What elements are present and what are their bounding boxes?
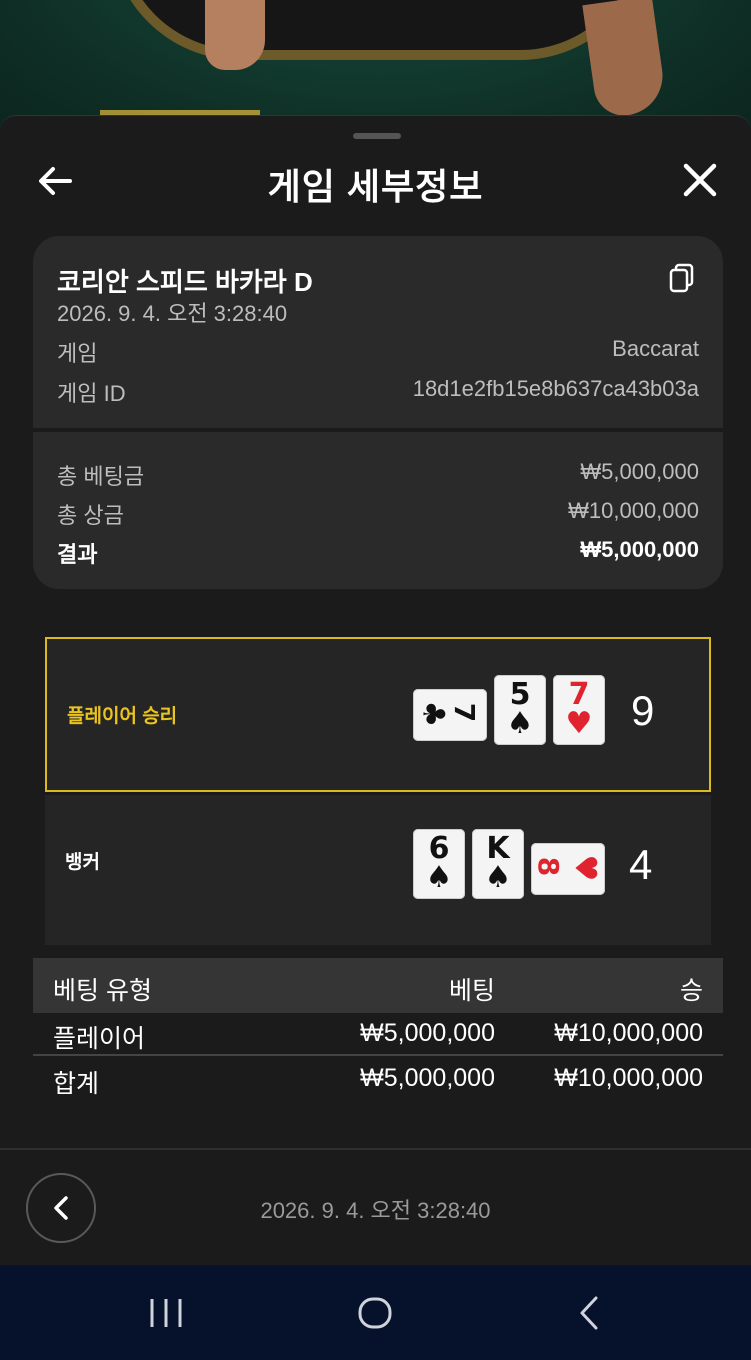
- card-suit: ♥: [565, 706, 593, 741]
- playing-card: 5 ♠: [494, 675, 546, 745]
- copy-icon: [669, 263, 694, 293]
- footer-datetime: 2026. 9. 4. 오전 3:28:40: [260, 1198, 491, 1223]
- table-total-row: 합계 ₩5,000,000 ₩10,000,000: [33, 1058, 723, 1102]
- nav-back-icon: [580, 1296, 598, 1330]
- card-divider: [33, 428, 723, 432]
- game-type-label: 게임: [57, 341, 98, 366]
- player-outcome-panel: 플레이어 승리 ♣ 7 5 ♠ 7 ♥ 9: [45, 637, 711, 792]
- bet-amount-cell: ₩5,000,000: [360, 1019, 495, 1047]
- table-divider: [33, 1054, 723, 1056]
- bet-table-header: 베팅 유형 베팅 승: [33, 958, 723, 1013]
- banker-result-label: 뱅커: [65, 852, 100, 873]
- table-row: 플레이어 ₩5,000,000 ₩10,000,000: [33, 1013, 723, 1057]
- result-value: ₩5,000,000: [580, 537, 699, 562]
- playing-card: 8 ♥: [531, 843, 605, 895]
- playing-card: 7 ♥: [553, 675, 605, 745]
- game-name: 코리안 스피드 바카라 D: [57, 267, 313, 297]
- player-score: 9: [631, 687, 655, 734]
- card-suit: ♠: [425, 860, 453, 895]
- copy-button[interactable]: [667, 262, 697, 294]
- recents-icon: [150, 1299, 182, 1327]
- bet-type-cell: 플레이어: [53, 1025, 146, 1053]
- sheet-grabber[interactable]: [353, 133, 401, 139]
- card-suit: ♥: [567, 854, 603, 882]
- total-label-cell: 합계: [53, 1070, 100, 1098]
- playing-card: K ♠: [472, 829, 524, 899]
- card-rank: 7: [448, 702, 482, 723]
- player-result-label: 플레이어 승리: [67, 706, 178, 727]
- recents-button[interactable]: [146, 1293, 186, 1333]
- game-id-value: 18d1e2fb15e8b637ca43b03a: [412, 376, 699, 401]
- home-button[interactable]: [355, 1293, 395, 1333]
- total-bet-cell: ₩5,000,000: [360, 1064, 495, 1092]
- home-icon: [358, 1297, 392, 1329]
- dealer-arm: [205, 0, 265, 70]
- card-suit: ♣: [415, 700, 451, 728]
- total-prize-label: 총 상금: [57, 503, 124, 528]
- table-rim: [110, 0, 650, 60]
- column-header-bet: 베팅: [448, 977, 495, 1005]
- banker-score: 4: [629, 841, 653, 888]
- page-title: 게임 세부정보: [267, 166, 484, 207]
- total-win-cell: ₩10,000,000: [554, 1064, 703, 1092]
- win-amount-cell: ₩10,000,000: [554, 1019, 703, 1047]
- game-id-label: 게임 ID: [57, 381, 126, 406]
- footer-divider: [0, 1148, 751, 1150]
- close-button[interactable]: [680, 160, 720, 200]
- game-details-sheet: 게임 세부정보 코리안 스피드 바카라 D 2026. 9. 4. 오전 3:2…: [0, 115, 751, 1265]
- card-suit: ♠: [484, 860, 512, 895]
- dealer-arm: [582, 0, 668, 120]
- sheet-header: 게임 세부정보: [0, 146, 751, 216]
- system-navigation-bar: [0, 1265, 751, 1360]
- card-suit: ♠: [506, 706, 534, 741]
- banker-outcome-panel: 뱅커 6 ♠ K ♠ 8 ♥ 4: [45, 795, 711, 945]
- column-header-type: 베팅 유형: [53, 977, 152, 1005]
- playing-card: ♣ 7: [413, 689, 487, 741]
- game-datetime: 2026. 9. 4. 오전 3:28:40: [57, 301, 288, 326]
- game-info-card: 코리안 스피드 바카라 D 2026. 9. 4. 오전 3:28:40 게임 …: [33, 236, 723, 589]
- game-type-value: Baccarat: [612, 336, 699, 361]
- total-bet-label: 총 베팅금: [57, 464, 145, 489]
- close-icon: [683, 163, 717, 197]
- total-prize-value: ₩10,000,000: [568, 498, 699, 523]
- game-info-top: 코리안 스피드 바카라 D 2026. 9. 4. 오전 3:28:40 게임 …: [33, 236, 723, 428]
- column-header-win: 승: [679, 977, 703, 1005]
- total-bet-value: ₩5,000,000: [580, 459, 699, 484]
- card-rank: 8: [532, 856, 566, 877]
- playing-card: 6 ♠: [413, 829, 465, 899]
- result-label: 결과: [57, 542, 98, 567]
- nav-back-button[interactable]: [570, 1293, 610, 1333]
